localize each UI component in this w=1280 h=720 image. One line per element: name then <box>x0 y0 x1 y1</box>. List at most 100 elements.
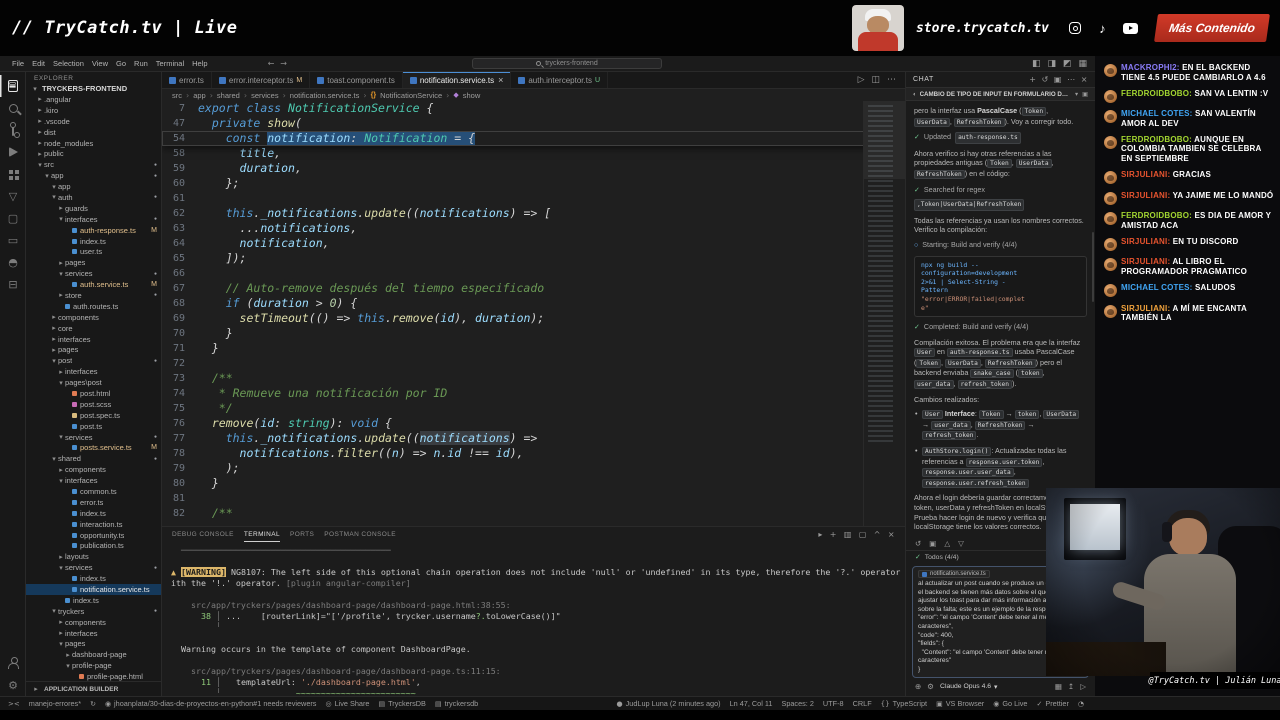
live-share-item[interactable]: ◎ Live Share <box>325 699 369 708</box>
search-icon[interactable] <box>0 97 26 119</box>
folder-pages-post[interactable]: ▾ pages\post <box>26 377 161 388</box>
panel-tab-debug-console[interactable]: DEBUG CONSOLE <box>172 527 234 542</box>
chat-code-block[interactable]: npx ng build -- configuration=development… <box>914 255 1087 318</box>
panel-tab-postman-console[interactable]: POSTMAN CONSOLE <box>324 527 396 542</box>
breadcrumb-show[interactable]: show <box>463 91 481 100</box>
folder-pages[interactable]: ▸ pages <box>26 257 161 268</box>
kill-terminal-icon[interactable]: ▢ <box>859 530 867 539</box>
file-auth-routes-ts[interactable]: auth.routes.ts <box>26 301 161 312</box>
menu-file[interactable]: File <box>12 59 24 68</box>
file-post-html[interactable]: post.html <box>26 388 161 399</box>
folder-post[interactable]: ▾ post ● <box>26 355 161 366</box>
file-posts-service-ts[interactable]: posts.service.ts M <box>26 443 161 454</box>
new-chat-icon[interactable]: + <box>1029 75 1036 84</box>
folder-dist[interactable]: ▸ dist <box>26 127 161 138</box>
chat-tool-row[interactable]: ○ Starting: Build and verify (4/4) <box>914 240 1087 251</box>
folder-services[interactable]: ▾ services ● <box>26 268 161 279</box>
chat-session-bar[interactable]: ‹ CAMBIO DE TIPO DE INPUT EN FORMULARIO … <box>906 87 1095 101</box>
split-editor-icon[interactable]: ◫ <box>871 75 880 85</box>
model-selector[interactable]: Claude Opus 4.6 ▾ <box>940 683 997 691</box>
notifications-bell[interactable]: ◔ <box>1078 699 1084 708</box>
shell-select-icon[interactable]: ▸ <box>818 530 822 539</box>
file-notification-service-ts[interactable]: notification.service.ts <box>26 584 161 595</box>
username[interactable]: FERDROIDBOBO: <box>1121 211 1194 220</box>
avatar[interactable] <box>1104 304 1117 318</box>
attach-context-icon[interactable]: ⊕ <box>915 682 921 691</box>
new-terminal-icon[interactable]: + <box>830 530 837 539</box>
back-icon[interactable]: ‹ <box>913 91 916 98</box>
tab-error-interceptor-ts[interactable]: error.interceptor.ts M <box>212 72 311 88</box>
breadcrumb-src[interactable]: src <box>172 91 182 100</box>
breadcrumb-notificationservice[interactable]: NotificationService <box>380 91 442 100</box>
extensions-icon[interactable] <box>0 163 26 185</box>
folder-services[interactable]: ▾ services ● <box>26 562 161 573</box>
more-content-button[interactable]: Más Contenido <box>1154 14 1270 42</box>
folder-app[interactable]: ▾ app ● <box>26 170 161 181</box>
folder-layouts[interactable]: ▸ layouts <box>26 551 161 562</box>
username[interactable]: SIRJULIANI: <box>1121 237 1173 246</box>
voice-input-icon[interactable]: ↥ <box>1068 682 1074 691</box>
settings-icon[interactable]: ⚙ <box>0 674 26 696</box>
file-error-ts[interactable]: error.ts <box>26 497 161 508</box>
instagram-icon[interactable] <box>1067 21 1082 36</box>
folder-app[interactable]: ▾ app <box>26 181 161 192</box>
folder-vscode[interactable]: ▸ .vscode <box>26 116 161 127</box>
username[interactable]: SIRJULIANI: <box>1121 191 1173 200</box>
folder-tryckers[interactable]: ▾ tryckers ● <box>26 606 161 617</box>
file-user-ts[interactable]: user.ts <box>26 246 161 257</box>
tab-notification-service-ts[interactable]: notification.service.ts × <box>402 72 512 88</box>
layout-customize-icon[interactable]: ▦ <box>1078 59 1087 69</box>
explorer-icon[interactable] <box>0 75 26 97</box>
file-index-ts[interactable]: index.ts <box>26 236 161 247</box>
folder-interfaces[interactable]: ▸ interfaces <box>26 334 161 345</box>
close-panel-icon[interactable]: × <box>1081 75 1088 84</box>
thumbs-up-icon[interactable]: △ <box>944 539 950 548</box>
username[interactable]: MICHAEL COTES: <box>1121 109 1195 118</box>
account-icon[interactable] <box>0 652 26 674</box>
menu-selection[interactable]: Selection <box>53 59 84 68</box>
tools-icon[interactable]: ⚙ <box>927 682 934 691</box>
folder-shared[interactable]: ▾ shared ● <box>26 453 161 464</box>
command-center-search[interactable]: tryckers-frontend <box>471 58 662 69</box>
collapse-icon[interactable]: ▾ <box>1075 91 1078 98</box>
folder-public[interactable]: ▸ public <box>26 148 161 159</box>
username[interactable]: FERDROIDBOBO: <box>1121 89 1194 98</box>
sync-item[interactable]: ↻ <box>90 699 96 708</box>
run-file-icon[interactable]: ▷ <box>858 75 865 85</box>
menu-run[interactable]: Run <box>134 59 148 68</box>
folder-interfaces[interactable]: ▸ interfaces <box>26 628 161 639</box>
panel-tab-terminal[interactable]: TERMINAL <box>244 527 280 542</box>
folder-pages[interactable]: ▸ pages <box>26 344 161 355</box>
tab-auth-interceptor-ts[interactable]: auth.interceptor.ts U <box>511 72 609 88</box>
avatar[interactable] <box>1104 89 1117 103</box>
db-connection-1[interactable]: ▤ TryckersDB <box>378 699 425 708</box>
avatar[interactable] <box>1104 171 1117 185</box>
application-builder-section[interactable]: ▸ APPLICATION BUILDER <box>26 681 161 696</box>
go-live[interactable]: ◉ Go Live <box>993 699 1027 708</box>
username[interactable]: SIRJULIANI: <box>1121 304 1172 313</box>
more-actions-icon[interactable]: ⋯ <box>887 75 896 85</box>
kiro-icon[interactable]: ◓ <box>0 251 26 273</box>
breadcrumb-app[interactable]: app <box>193 91 206 100</box>
file-opportunity-ts[interactable]: opportunity.ts <box>26 530 161 541</box>
encoding[interactable]: UTF-8 <box>823 699 844 708</box>
docker-icon[interactable]: ▢ <box>0 207 26 229</box>
layout-secondary-sidebar-icon[interactable]: ◩ <box>1063 59 1072 69</box>
source-control-icon[interactable] <box>0 119 26 141</box>
chat-tool-row[interactable]: ✓ Searched for regex ,Token|UserData|Refr… <box>914 185 1087 211</box>
file-profile-page-html[interactable]: profile-page.html <box>26 671 161 681</box>
file-publication-ts[interactable]: publication.ts <box>26 541 161 552</box>
db-connection-2[interactable]: ▤ tryckersdb <box>435 699 478 708</box>
indentation[interactable]: Spaces: 2 <box>781 699 813 708</box>
testing-icon[interactable]: ▽ <box>0 185 26 207</box>
retry-icon[interactable]: ↺ <box>915 539 921 548</box>
youtube-icon[interactable] <box>1123 21 1138 36</box>
avatar[interactable] <box>1104 135 1117 149</box>
folder-guards[interactable]: ▸ guards <box>26 203 161 214</box>
code-editor[interactable]: 7 export class NotificationService {47 pr… <box>162 101 905 526</box>
forward-icon[interactable]: → <box>280 59 287 68</box>
avatar[interactable] <box>1104 212 1117 226</box>
prettier[interactable]: ✓ Prettier <box>1036 699 1068 708</box>
folder-components[interactable]: ▸ components <box>26 464 161 475</box>
file-interaction-ts[interactable]: interaction.ts <box>26 519 161 530</box>
